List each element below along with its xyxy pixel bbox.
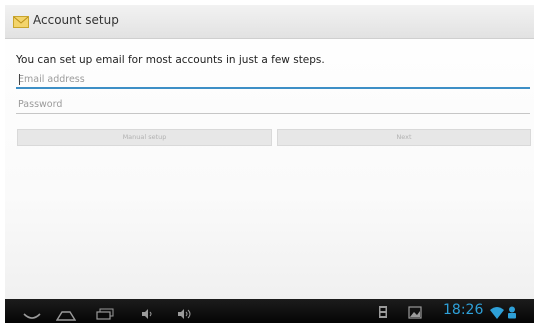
title-bar: Account setup: [5, 5, 534, 39]
setup-instructions: You can set up email for most accounts i…: [16, 54, 325, 66]
wifi-icon: [490, 304, 504, 323]
volume-down-icon[interactable]: [141, 305, 153, 323]
sd-card-icon: [378, 304, 388, 323]
app-screen: Account setup You can set up email for m…: [5, 5, 534, 323]
usb-debug-icon: [507, 304, 517, 323]
screenshot-icon: [408, 304, 422, 323]
system-navigation-bar: 18:26: [5, 299, 534, 323]
status-clock: 18:26: [443, 302, 484, 318]
recent-apps-icon[interactable]: [96, 305, 114, 323]
password-field[interactable]: [16, 96, 530, 114]
home-icon[interactable]: [55, 306, 77, 323]
back-icon[interactable]: [23, 307, 41, 323]
email-field[interactable]: [16, 71, 530, 89]
next-button[interactable]: Next: [277, 129, 531, 146]
text-cursor: [19, 74, 20, 85]
email-envelope-icon: [13, 14, 29, 28]
manual-setup-button[interactable]: Manual setup: [17, 129, 272, 146]
volume-up-icon[interactable]: [177, 305, 193, 323]
page-title: Account setup: [33, 13, 119, 27]
